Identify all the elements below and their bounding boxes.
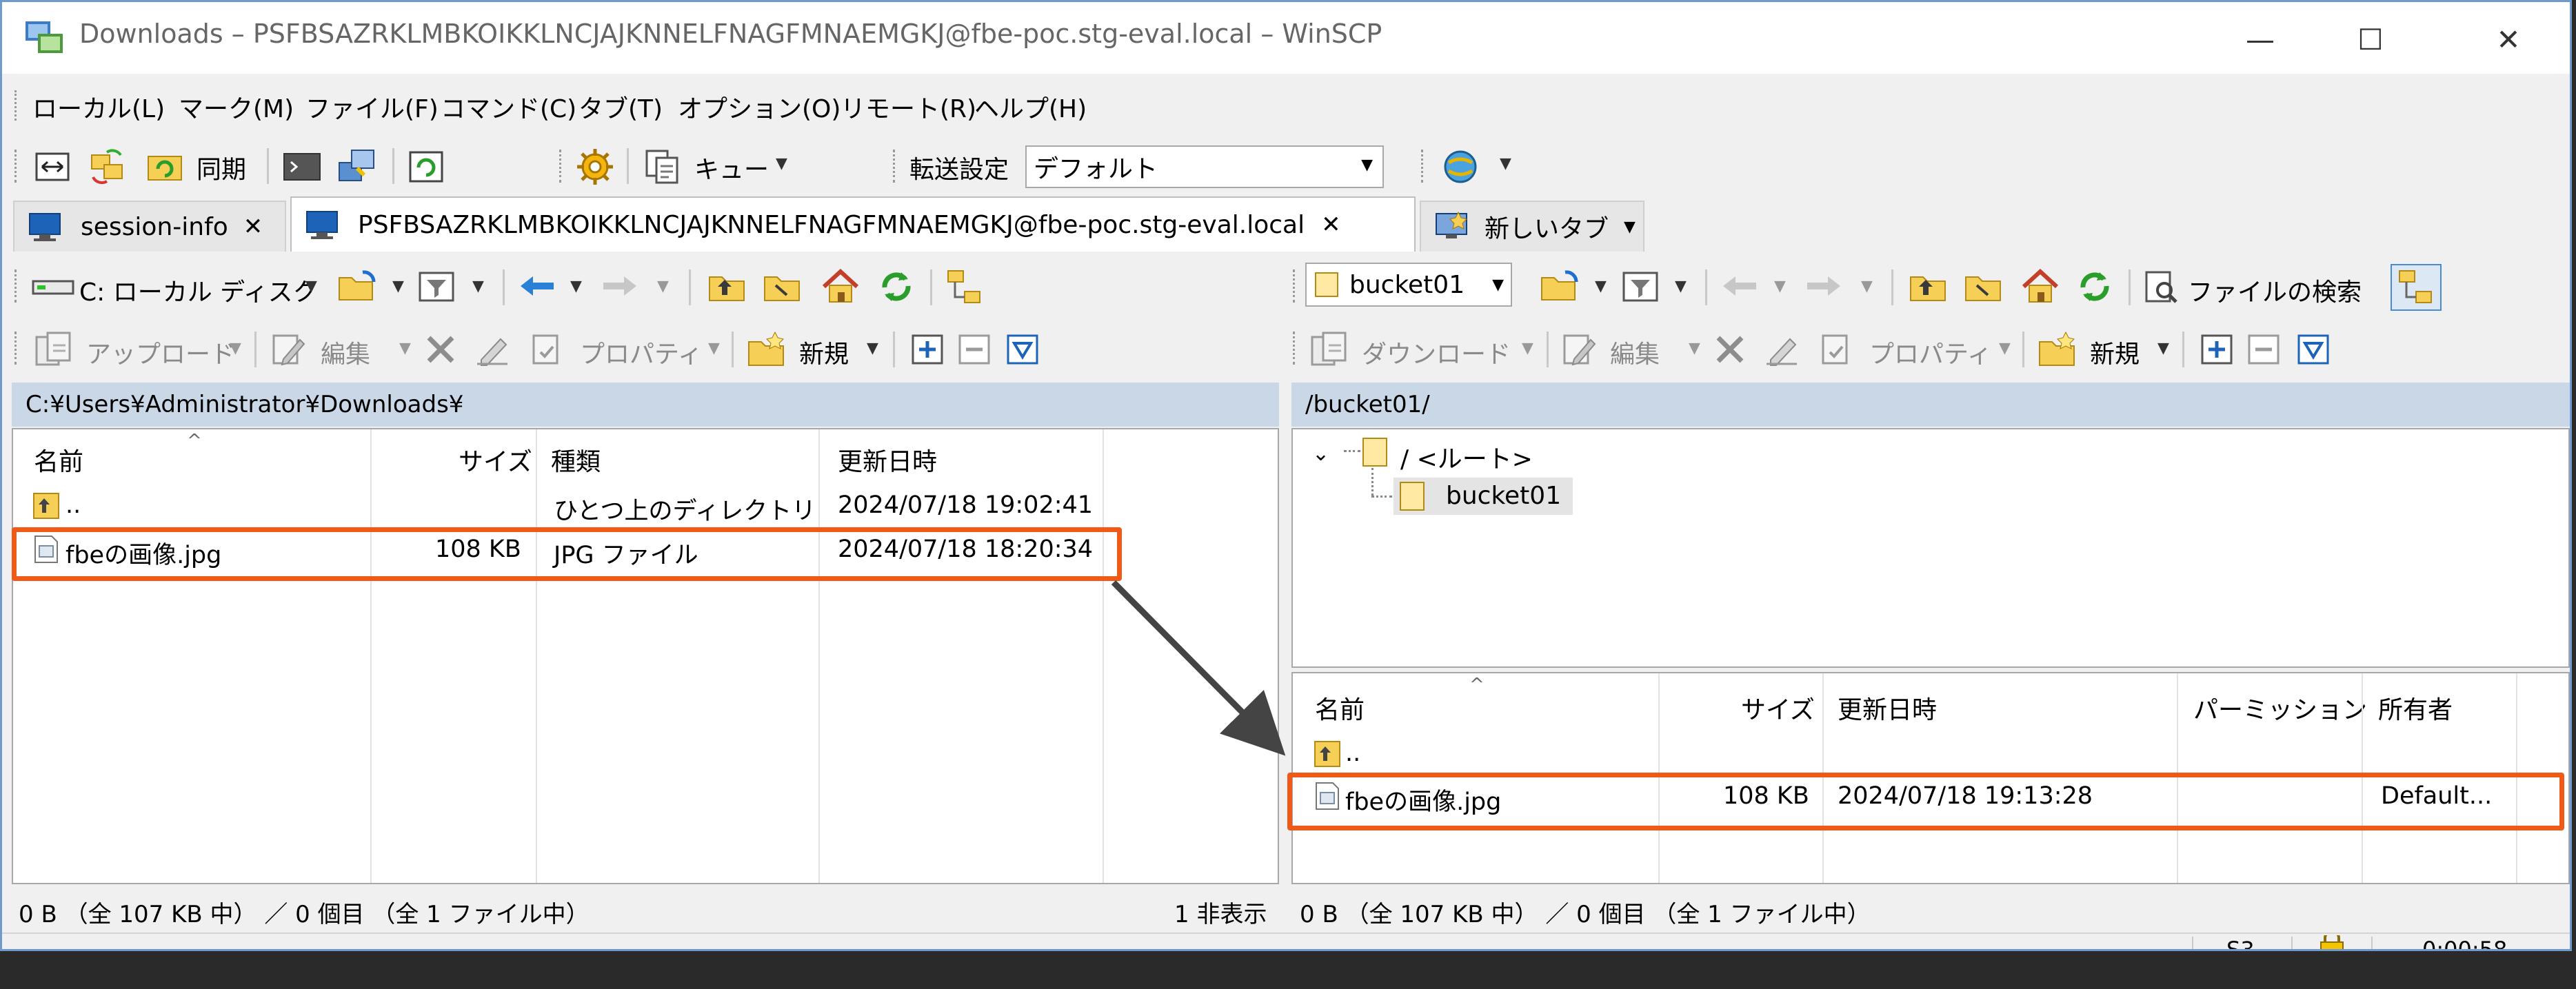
winscp-window: Downloads – PSFBSAZRKLMBKOIKKLNCJAJKNNEL… xyxy=(0,0,2572,951)
annotation-arrow xyxy=(1111,580,1286,756)
